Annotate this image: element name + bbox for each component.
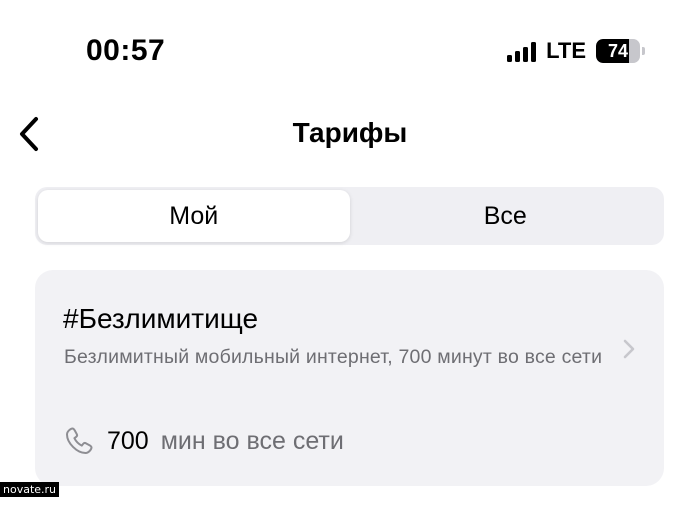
tariff-card[interactable]: #Безлимитище Безлимитный мобильный интер… xyxy=(35,270,664,486)
tariff-feature: 700 мин во все сети xyxy=(63,425,344,457)
status-time: 00:57 xyxy=(86,34,166,67)
network-type: LTE xyxy=(546,38,586,63)
page-title: Тарифы xyxy=(292,117,408,148)
cellular-signal-icon xyxy=(507,40,537,62)
tariff-description: Безлимитный мобильный интернет, 700 мину… xyxy=(64,346,603,368)
chevron-right-icon xyxy=(623,339,635,359)
watermark: novate.ru xyxy=(0,482,60,497)
phone-icon xyxy=(66,427,93,454)
segment-all[interactable]: Все xyxy=(350,190,662,242)
battery-percent: 74 xyxy=(607,41,629,61)
feature-label: мин во все сети xyxy=(160,426,344,455)
battery-icon: 74 xyxy=(596,39,645,63)
tariffs-screen: 00:57 LTE 74 Тарифы Мой Все #Безлимитище… xyxy=(0,0,700,508)
tariff-title: #Безлимитище xyxy=(63,303,259,334)
feature-value: 700 xyxy=(107,426,149,455)
tariff-segmented-control: Мой Все xyxy=(35,187,664,245)
status-indicators: LTE 74 xyxy=(507,38,645,64)
segment-my[interactable]: Мой xyxy=(38,190,350,242)
